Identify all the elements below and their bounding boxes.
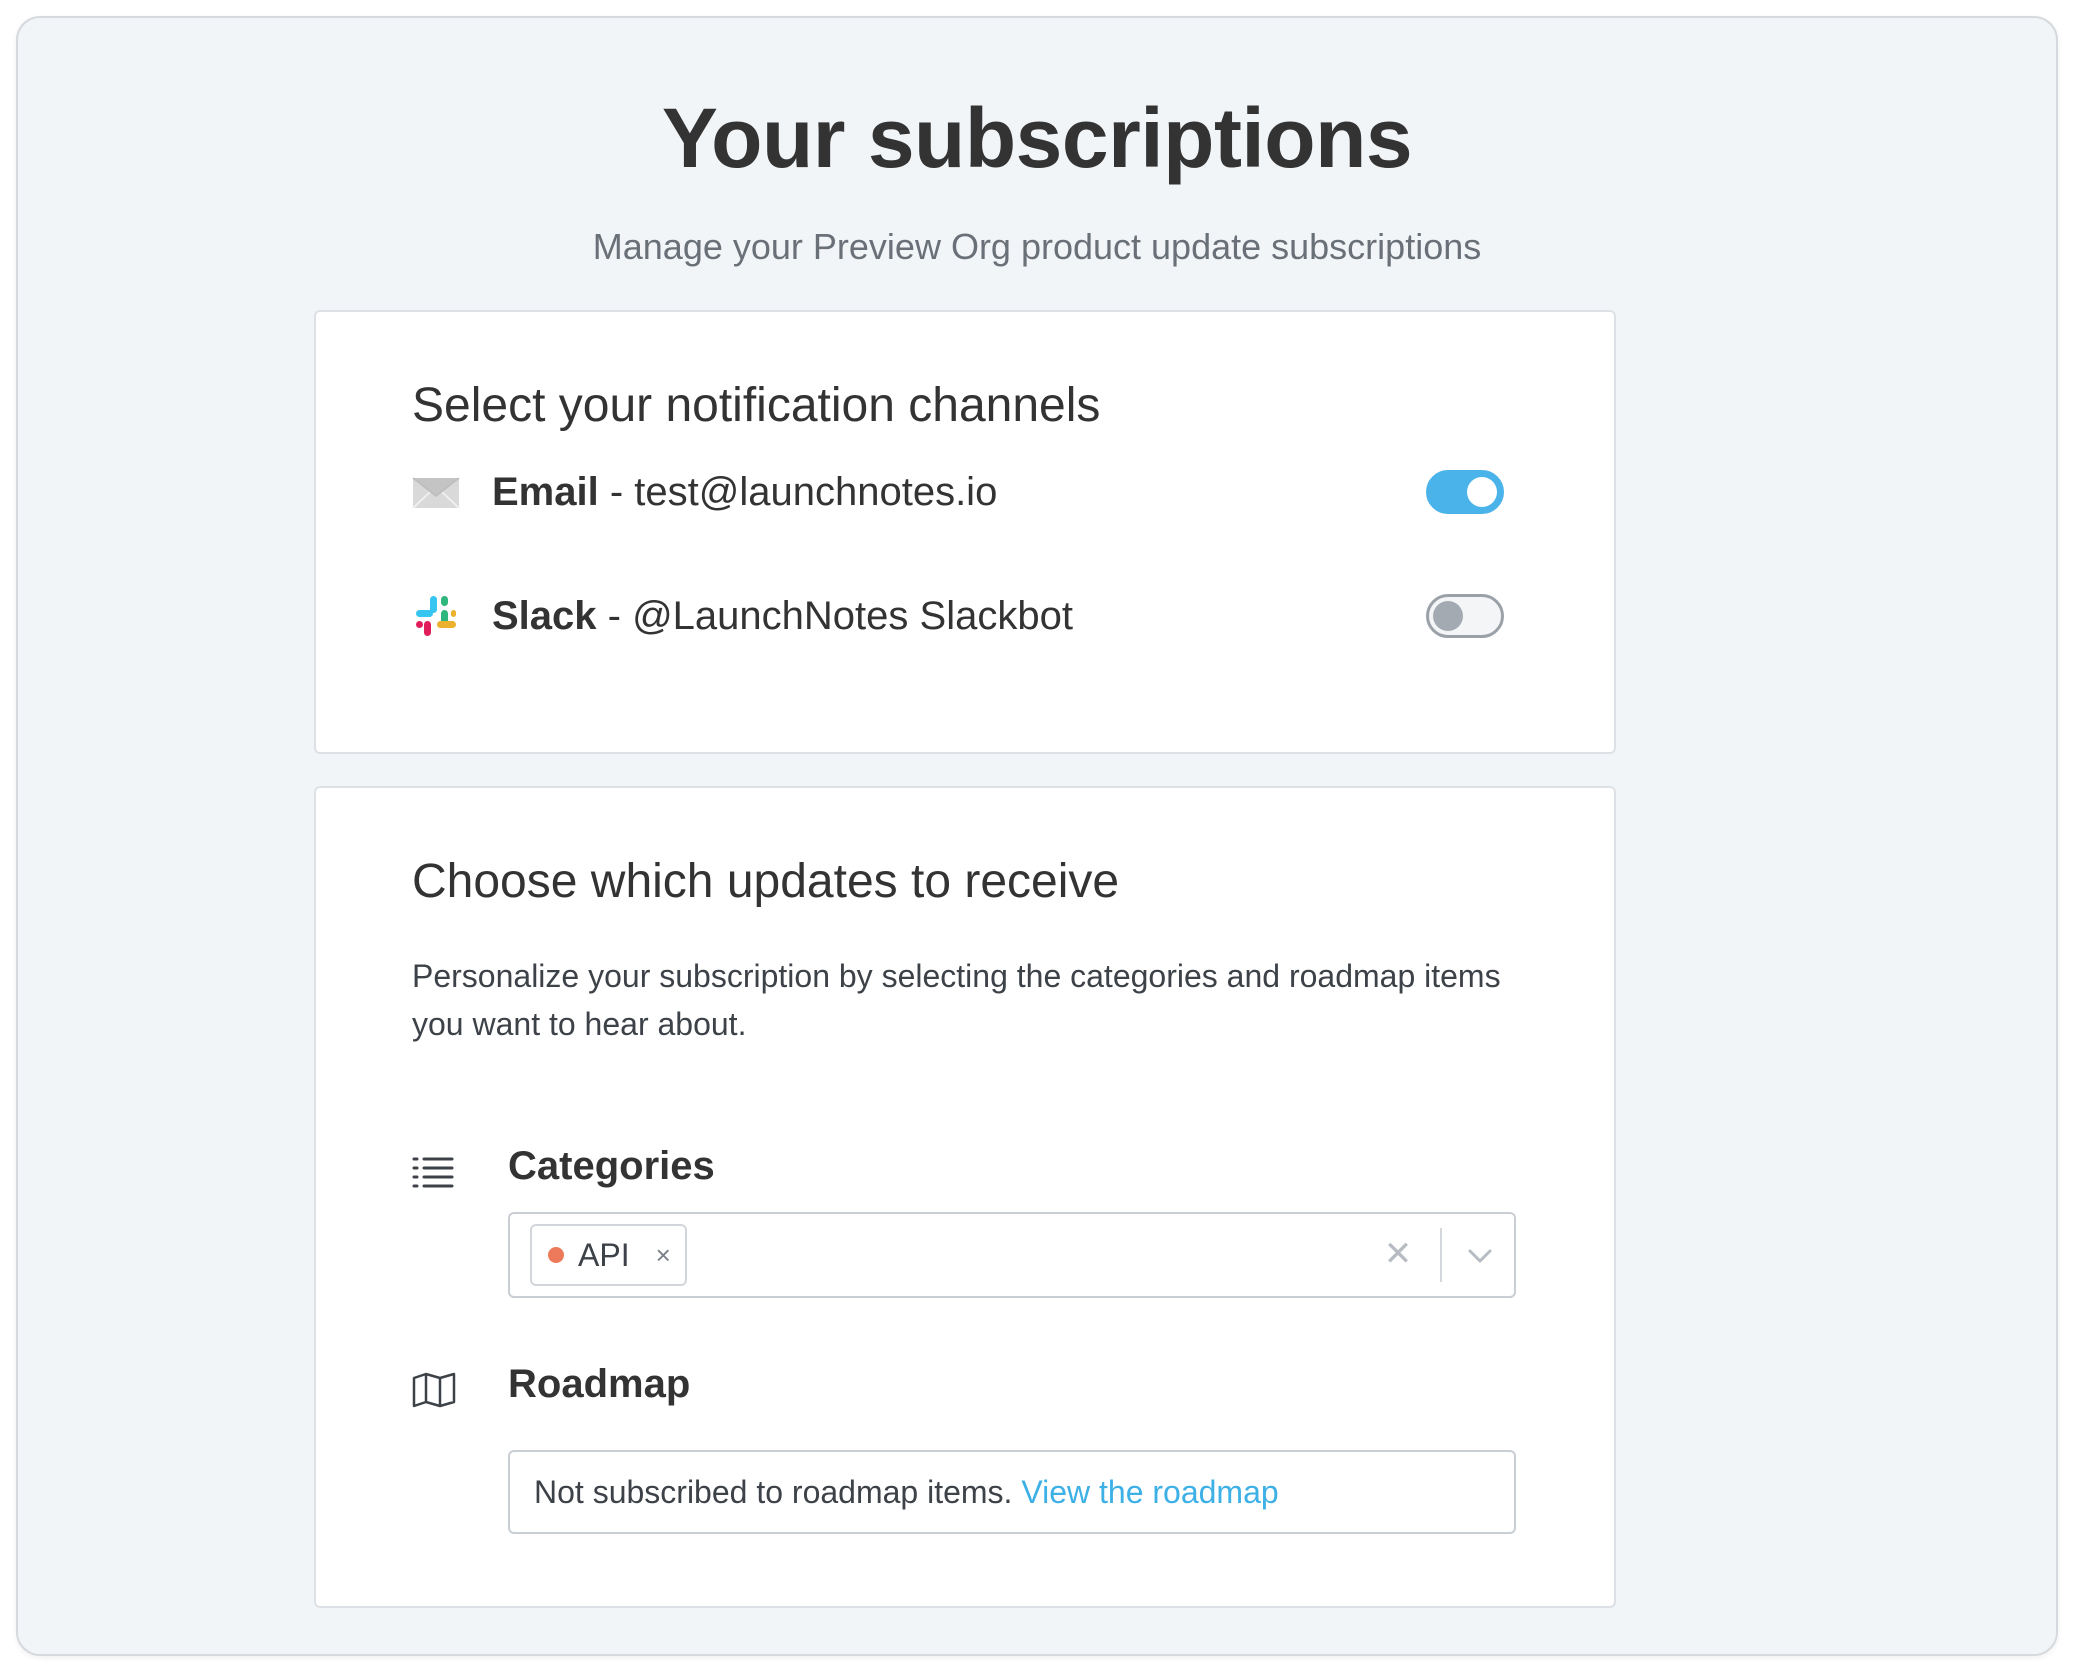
slack-separator: - (596, 594, 633, 638)
slack-handle: @LaunchNotes Slackbot (632, 594, 1073, 638)
list-icon (412, 1154, 456, 1190)
updates-heading: Choose which updates to receive (412, 855, 1120, 908)
view-roadmap-link[interactable]: View the roadmap (1021, 1474, 1278, 1510)
slack-toggle-knob (1433, 601, 1463, 631)
email-channel-name: Email (492, 470, 599, 514)
email-channel-row: Email - test@launchnotes.io (412, 462, 1504, 522)
categories-select[interactable]: API × ✕ (508, 1212, 1516, 1298)
roadmap-status-text: Not subscribed to roadmap items. (534, 1474, 1013, 1510)
slack-channel-text: Slack - @LaunchNotes Slackbot (492, 586, 1073, 646)
select-divider (1440, 1228, 1442, 1282)
roadmap-label: Roadmap (508, 1362, 691, 1406)
notification-channels-card: Select your notification channels Email … (314, 310, 1616, 754)
email-toggle-knob (1467, 477, 1497, 507)
page-subtitle: Manage your Preview Org product update s… (592, 226, 1482, 267)
categories-label: Categories (508, 1144, 715, 1188)
category-color-dot (548, 1247, 564, 1263)
envelope-icon (412, 470, 460, 514)
email-separator: - (598, 470, 635, 514)
slack-icon (412, 594, 460, 638)
channels-heading: Select your notification channels (412, 379, 1101, 432)
clear-selection-icon[interactable]: ✕ (1378, 1234, 1418, 1274)
category-chip-label: API (578, 1236, 630, 1273)
updates-description: Personalize your subscription by selecti… (412, 958, 1501, 1042)
roadmap-status-box: Not subscribed to roadmap items. View th… (508, 1450, 1516, 1534)
page-frame: Your subscriptions Manage your Preview O… (16, 16, 2058, 1656)
chip-remove-icon[interactable]: × (656, 1240, 671, 1271)
slack-channel-name: Slack (492, 594, 597, 638)
page-title: Your subscriptions (661, 91, 1413, 185)
email-address: test@launchnotes.io (634, 470, 998, 514)
slack-toggle[interactable] (1426, 594, 1504, 638)
updates-card: Choose which updates to receive Personal… (314, 786, 1616, 1608)
slack-channel-row: Slack - @LaunchNotes Slackbot (412, 586, 1504, 646)
email-toggle[interactable] (1426, 470, 1504, 514)
email-channel-text: Email - test@launchnotes.io (492, 462, 997, 522)
chevron-down-icon[interactable] (1460, 1236, 1500, 1276)
category-chip-api: API × (530, 1224, 687, 1286)
map-icon (412, 1372, 456, 1408)
